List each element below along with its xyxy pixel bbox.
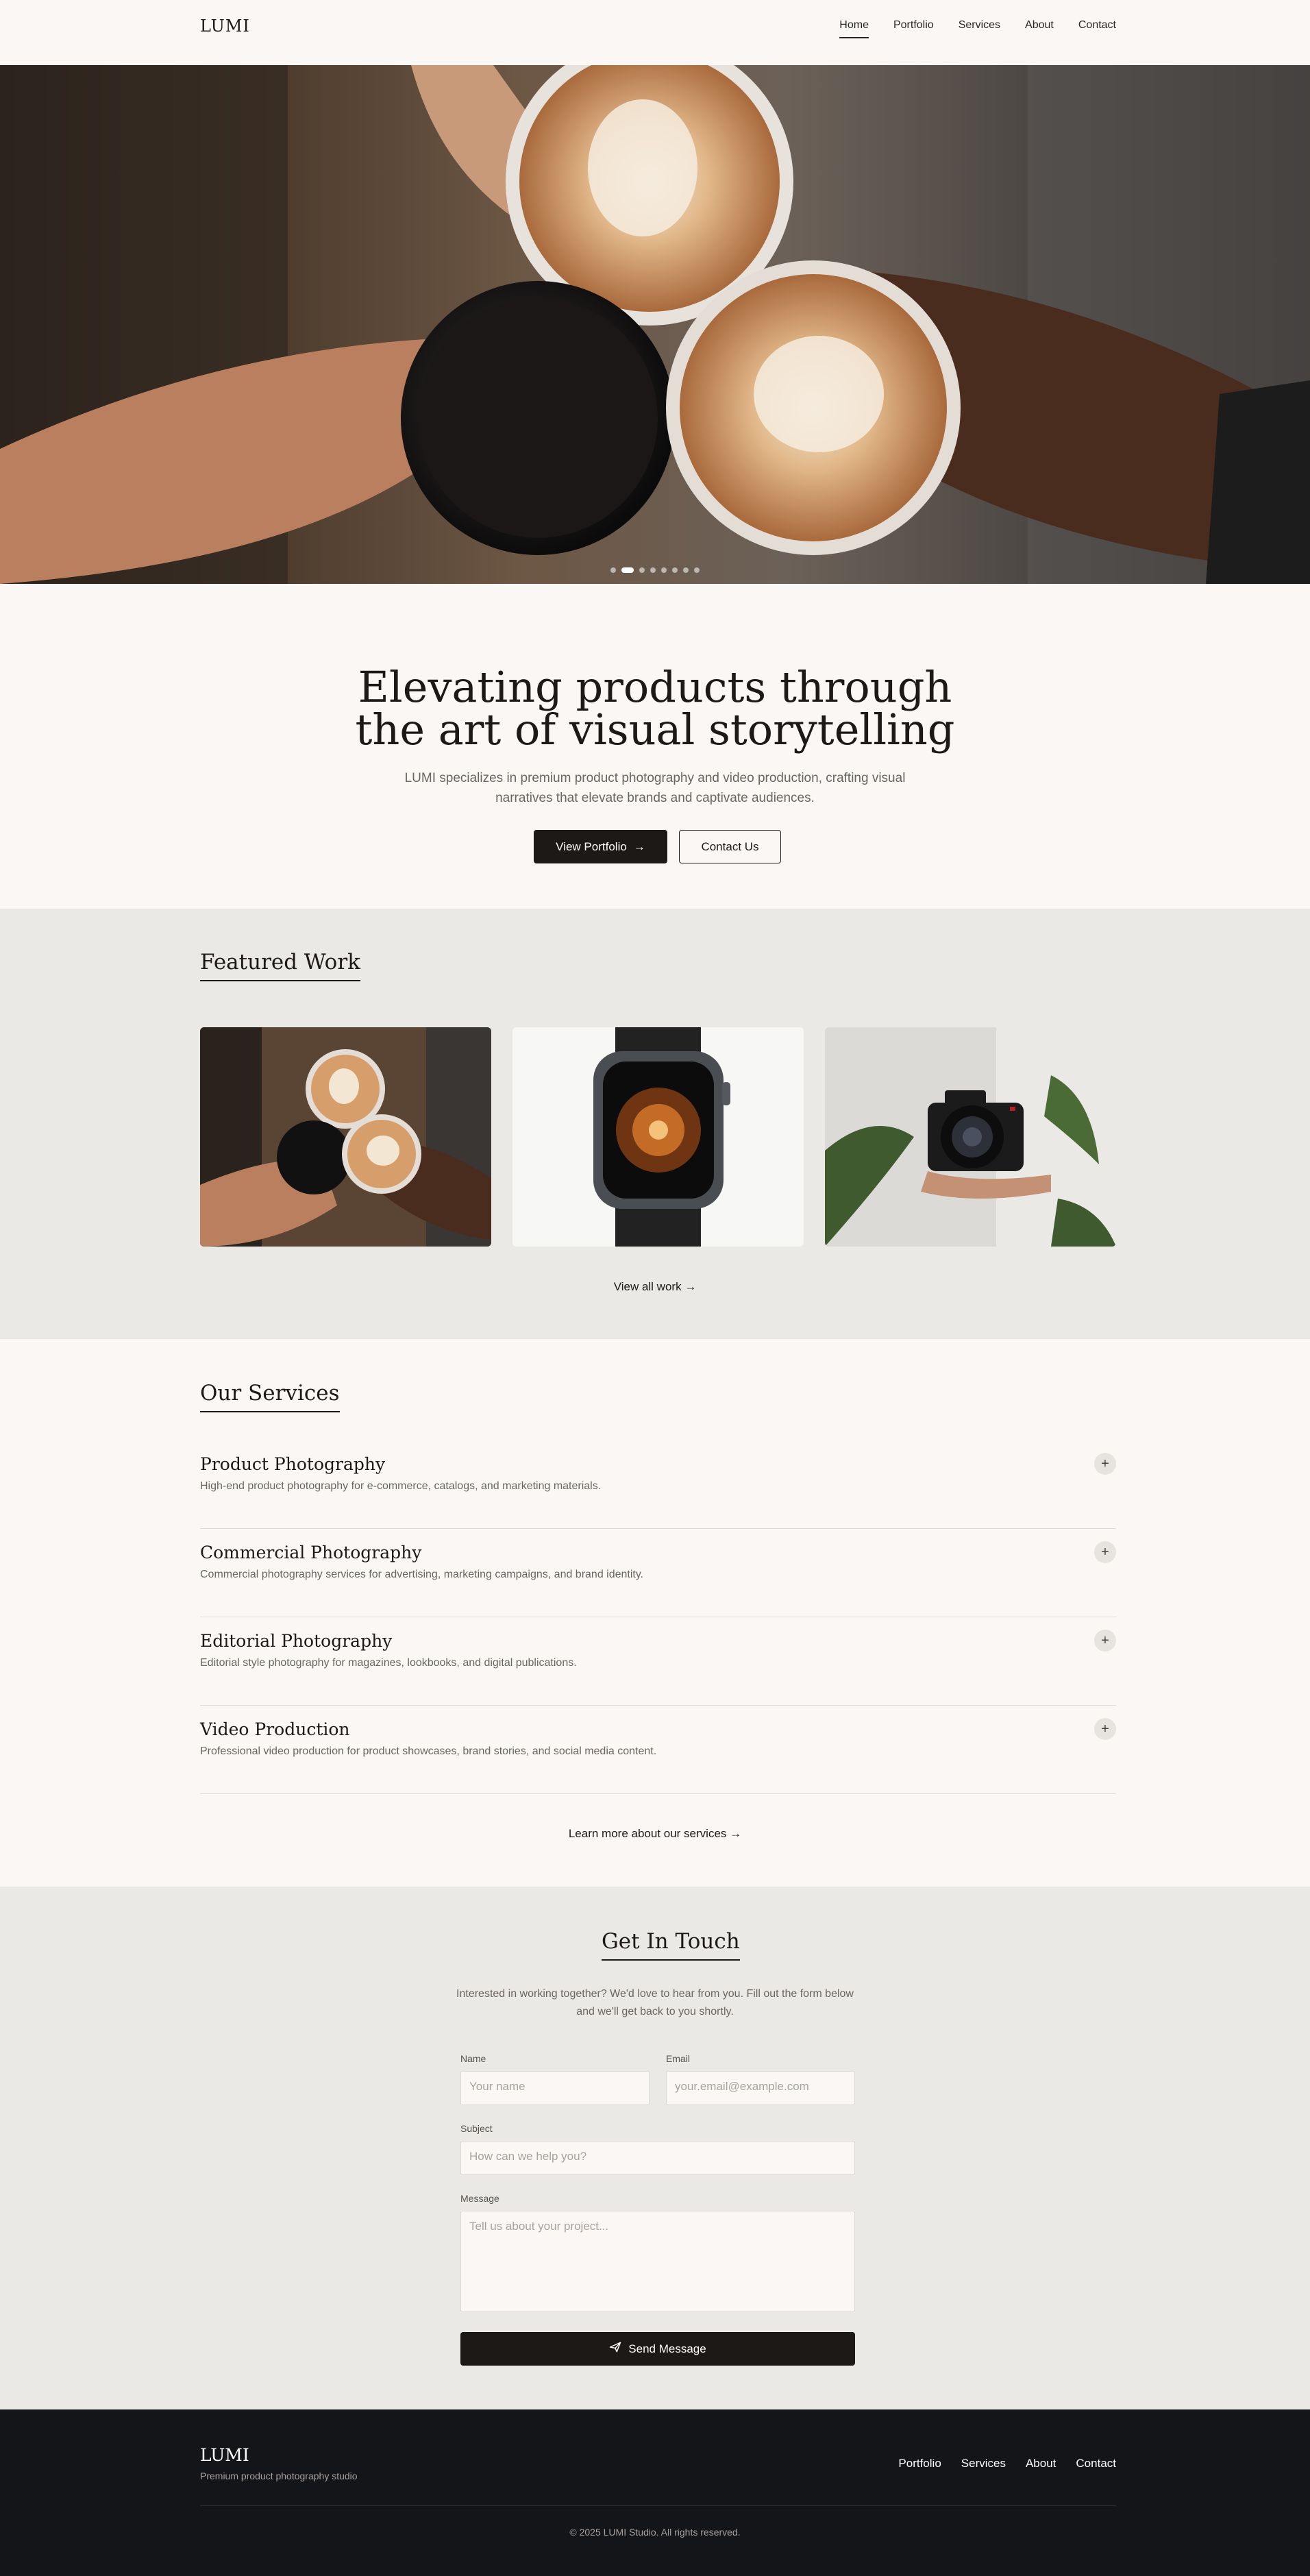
contact-title: Get In Touch <box>602 1929 740 1961</box>
email-label: Email <box>666 2053 691 2064</box>
footer-tagline: Premium product photography studio <box>200 2470 358 2481</box>
nav-portfolio[interactable]: Portfolio <box>893 19 934 38</box>
arrow-right-icon: → <box>633 839 645 853</box>
footer-nav-contact[interactable]: Contact <box>1076 2457 1116 2470</box>
hero-subtitle: LUMI specializes in premium product phot… <box>404 771 906 805</box>
service-title: Editorial Photography <box>200 1631 393 1651</box>
contact-us-button[interactable]: Contact Us <box>679 830 781 863</box>
site-footer: LUMI Premium product photography studio … <box>0 2409 1310 2576</box>
footer-logo[interactable]: LUMI <box>200 2445 249 2465</box>
carousel-dot[interactable] <box>650 567 656 573</box>
subject-input[interactable]: How can we help you? <box>460 2141 855 2175</box>
carousel-dot[interactable] <box>694 567 700 573</box>
coffee-cheers-image <box>200 1027 491 1247</box>
paper-plane-icon <box>609 2341 621 2357</box>
hero-image <box>0 65 1310 584</box>
message-textarea[interactable]: Tell us about your project... <box>460 2211 855 2312</box>
carousel-dot[interactable] <box>683 567 689 573</box>
copyright: © 2025 LUMI Studio. All rights reserved. <box>569 2527 741 2538</box>
service-title: Video Production <box>200 1719 350 1739</box>
hero-carousel[interactable] <box>0 65 1310 584</box>
carousel-dot[interactable] <box>639 567 645 573</box>
expand-plus-icon[interactable]: + <box>1094 1718 1116 1740</box>
service-item[interactable]: Video Production Professional video prod… <box>200 1706 1116 1794</box>
expand-plus-icon[interactable]: + <box>1094 1630 1116 1652</box>
service-description: Professional video production for produc… <box>200 1745 657 1757</box>
service-item[interactable]: Commercial Photography Commercial photog… <box>200 1529 1116 1617</box>
logo[interactable]: LUMI <box>200 16 250 36</box>
service-item[interactable]: Product Photography High-end product pho… <box>200 1440 1116 1529</box>
learn-more-services-link[interactable]: Learn more about our services → <box>0 1827 1310 1841</box>
carousel-dot[interactable] <box>661 567 667 573</box>
footer-divider <box>200 2505 1116 2506</box>
carousel-dots <box>610 567 700 573</box>
message-label: Message <box>460 2193 499 2204</box>
hero-heading-line-2: the art of visual storytelling <box>355 704 955 755</box>
camera-image <box>825 1027 1116 1247</box>
nav-about[interactable]: About <box>1025 19 1054 38</box>
send-message-button[interactable]: Send Message <box>460 2332 855 2366</box>
email-input[interactable]: your.email@example.com <box>666 2071 855 2105</box>
arrow-right-icon: → <box>684 1280 697 1293</box>
view-all-work-label: View all work <box>613 1280 682 1293</box>
contact-subtitle: Interested in working together? We'd lov… <box>456 1988 854 2017</box>
service-description: High-end product photography for e-comme… <box>200 1480 602 1492</box>
arrow-right-icon: → <box>730 1827 742 1840</box>
service-title: Product Photography <box>200 1454 386 1474</box>
nav-contact[interactable]: Contact <box>1078 19 1116 38</box>
services-title: Our Services <box>200 1381 340 1412</box>
footer-nav-about[interactable]: About <box>1026 2457 1056 2470</box>
hero-heading-line-1: Elevating products through <box>358 662 952 712</box>
contact-us-label: Contact Us <box>701 839 759 853</box>
view-portfolio-button[interactable]: View Portfolio → <box>534 830 667 863</box>
featured-card-coffee[interactable] <box>200 1027 491 1247</box>
service-item[interactable]: Editorial Photography Editorial style ph… <box>200 1617 1116 1706</box>
smartwatch-image <box>512 1027 804 1247</box>
view-all-work-link[interactable]: View all work → <box>0 1280 1310 1294</box>
view-portfolio-label: View Portfolio <box>556 839 627 853</box>
carousel-dot-active[interactable] <box>621 567 634 573</box>
footer-nav: Portfolio Services About Contact <box>898 2457 1116 2470</box>
name-input[interactable]: Your name <box>460 2071 650 2105</box>
carousel-dot[interactable] <box>672 567 678 573</box>
footer-nav-portfolio[interactable]: Portfolio <box>898 2457 941 2470</box>
hero-heading: Elevating products through the art of vi… <box>0 666 1310 751</box>
main-nav: Home Portfolio Services About Contact <box>839 19 1116 38</box>
expand-plus-icon[interactable]: + <box>1094 1453 1116 1475</box>
featured-card-camera[interactable] <box>825 1027 1116 1247</box>
nav-services[interactable]: Services <box>959 19 1000 38</box>
learn-more-label: Learn more about our services <box>568 1827 727 1840</box>
send-message-label: Send Message <box>628 2342 706 2355</box>
footer-nav-services[interactable]: Services <box>961 2457 1006 2470</box>
expand-plus-icon[interactable]: + <box>1094 1541 1116 1563</box>
carousel-dot[interactable] <box>610 567 616 573</box>
service-description: Commercial photography services for adve… <box>200 1569 644 1580</box>
subject-label: Subject <box>460 2123 493 2134</box>
site-header: LUMI Home Portfolio Services About Conta… <box>0 0 1310 65</box>
service-description: Editorial style photography for magazine… <box>200 1657 577 1669</box>
nav-home[interactable]: Home <box>839 19 869 38</box>
featured-title: Featured Work <box>200 950 360 981</box>
name-label: Name <box>460 2053 486 2064</box>
service-title: Commercial Photography <box>200 1543 422 1562</box>
featured-card-watch[interactable] <box>512 1027 804 1247</box>
